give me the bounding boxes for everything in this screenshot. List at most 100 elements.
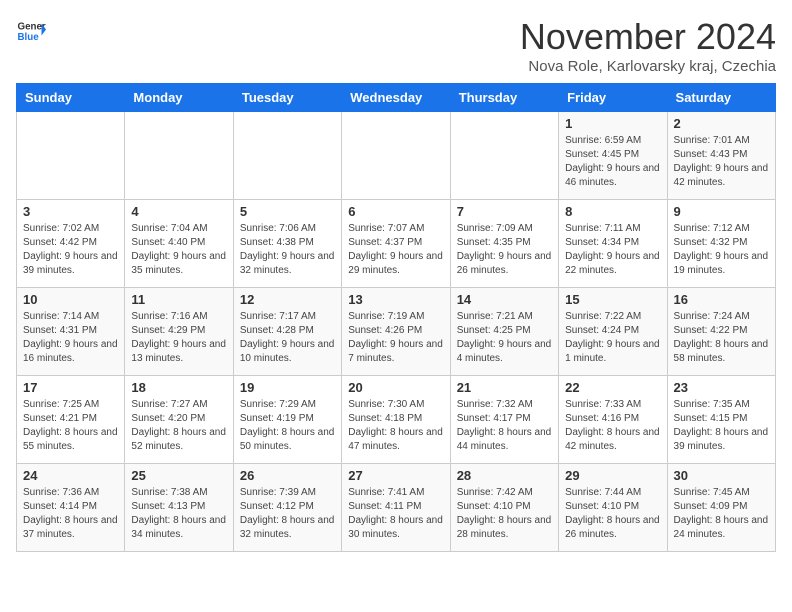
day-number: 18 bbox=[131, 380, 226, 395]
calendar-week-3: 10Sunrise: 7:14 AMSunset: 4:31 PMDayligh… bbox=[17, 288, 776, 376]
calendar-cell bbox=[125, 112, 233, 200]
calendar-cell: 7Sunrise: 7:09 AMSunset: 4:35 PMDaylight… bbox=[450, 200, 558, 288]
calendar-cell: 25Sunrise: 7:38 AMSunset: 4:13 PMDayligh… bbox=[125, 464, 233, 552]
logo-icon: General Blue bbox=[16, 16, 46, 46]
day-info: Sunrise: 7:01 AM bbox=[674, 134, 769, 148]
day-info: Sunrise: 7:24 AM bbox=[674, 310, 769, 324]
day-number: 7 bbox=[457, 204, 552, 219]
calendar-cell: 4Sunrise: 7:04 AMSunset: 4:40 PMDaylight… bbox=[125, 200, 233, 288]
day-info: Sunset: 4:10 PM bbox=[565, 500, 660, 514]
calendar-cell: 17Sunrise: 7:25 AMSunset: 4:21 PMDayligh… bbox=[17, 376, 125, 464]
day-info: Sunset: 4:37 PM bbox=[348, 236, 443, 250]
header-sunday: Sunday bbox=[17, 84, 125, 112]
day-info: Sunrise: 7:04 AM bbox=[131, 222, 226, 236]
day-info: Sunset: 4:26 PM bbox=[348, 324, 443, 338]
day-info: Sunrise: 7:45 AM bbox=[674, 486, 769, 500]
page-header: General Blue November 2024 Nova Role, Ka… bbox=[16, 16, 776, 75]
day-info: Daylight: 9 hours and 10 minutes. bbox=[240, 338, 335, 366]
day-info: Daylight: 9 hours and 4 minutes. bbox=[457, 338, 552, 366]
day-info: Daylight: 8 hours and 52 minutes. bbox=[131, 426, 226, 454]
day-info: Daylight: 9 hours and 32 minutes. bbox=[240, 250, 335, 278]
day-info: Sunset: 4:34 PM bbox=[565, 236, 660, 250]
day-info: Sunrise: 7:17 AM bbox=[240, 310, 335, 324]
day-number: 12 bbox=[240, 292, 335, 307]
header-saturday: Saturday bbox=[667, 84, 775, 112]
calendar-cell bbox=[342, 112, 450, 200]
day-info: Sunset: 4:38 PM bbox=[240, 236, 335, 250]
day-info: Sunset: 4:14 PM bbox=[23, 500, 118, 514]
day-info: Sunset: 4:40 PM bbox=[131, 236, 226, 250]
header-thursday: Thursday bbox=[450, 84, 558, 112]
logo: General Blue bbox=[16, 16, 46, 46]
day-info: Sunrise: 7:44 AM bbox=[565, 486, 660, 500]
day-info: Daylight: 9 hours and 22 minutes. bbox=[565, 250, 660, 278]
day-number: 20 bbox=[348, 380, 443, 395]
day-info: Daylight: 8 hours and 37 minutes. bbox=[23, 514, 118, 542]
day-number: 30 bbox=[674, 468, 769, 483]
header-friday: Friday bbox=[559, 84, 667, 112]
day-info: Daylight: 8 hours and 24 minutes. bbox=[674, 514, 769, 542]
day-info: Daylight: 9 hours and 35 minutes. bbox=[131, 250, 226, 278]
calendar-cell: 8Sunrise: 7:11 AMSunset: 4:34 PMDaylight… bbox=[559, 200, 667, 288]
day-info: Daylight: 8 hours and 42 minutes. bbox=[565, 426, 660, 454]
day-info: Sunset: 4:28 PM bbox=[240, 324, 335, 338]
calendar-cell: 14Sunrise: 7:21 AMSunset: 4:25 PMDayligh… bbox=[450, 288, 558, 376]
day-number: 10 bbox=[23, 292, 118, 307]
day-info: Sunset: 4:10 PM bbox=[457, 500, 552, 514]
day-number: 6 bbox=[348, 204, 443, 219]
calendar-cell: 28Sunrise: 7:42 AMSunset: 4:10 PMDayligh… bbox=[450, 464, 558, 552]
day-info: Sunset: 4:13 PM bbox=[131, 500, 226, 514]
day-info: Sunrise: 7:27 AM bbox=[131, 398, 226, 412]
title-section: November 2024 Nova Role, Karlovarsky kra… bbox=[520, 16, 776, 75]
calendar-cell: 15Sunrise: 7:22 AMSunset: 4:24 PMDayligh… bbox=[559, 288, 667, 376]
calendar-cell: 24Sunrise: 7:36 AMSunset: 4:14 PMDayligh… bbox=[17, 464, 125, 552]
day-number: 16 bbox=[674, 292, 769, 307]
svg-text:Blue: Blue bbox=[18, 32, 40, 43]
day-number: 24 bbox=[23, 468, 118, 483]
header-tuesday: Tuesday bbox=[233, 84, 341, 112]
day-info: Sunset: 4:43 PM bbox=[674, 148, 769, 162]
day-info: Sunset: 4:21 PM bbox=[23, 412, 118, 426]
day-info: Sunrise: 7:16 AM bbox=[131, 310, 226, 324]
day-info: Sunrise: 7:14 AM bbox=[23, 310, 118, 324]
day-info: Sunset: 4:20 PM bbox=[131, 412, 226, 426]
day-number: 26 bbox=[240, 468, 335, 483]
day-info: Sunrise: 7:41 AM bbox=[348, 486, 443, 500]
subtitle: Nova Role, Karlovarsky kraj, Czechia bbox=[520, 58, 776, 75]
day-info: Sunrise: 7:29 AM bbox=[240, 398, 335, 412]
day-info: Sunrise: 7:35 AM bbox=[674, 398, 769, 412]
day-info: Sunset: 4:12 PM bbox=[240, 500, 335, 514]
day-info: Daylight: 9 hours and 46 minutes. bbox=[565, 162, 660, 190]
day-info: Daylight: 8 hours and 32 minutes. bbox=[240, 514, 335, 542]
calendar-header-row: SundayMondayTuesdayWednesdayThursdayFrid… bbox=[17, 84, 776, 112]
day-number: 22 bbox=[565, 380, 660, 395]
calendar-cell: 16Sunrise: 7:24 AMSunset: 4:22 PMDayligh… bbox=[667, 288, 775, 376]
day-info: Daylight: 9 hours and 16 minutes. bbox=[23, 338, 118, 366]
day-info: Sunset: 4:29 PM bbox=[131, 324, 226, 338]
calendar-cell: 26Sunrise: 7:39 AMSunset: 4:12 PMDayligh… bbox=[233, 464, 341, 552]
calendar-cell bbox=[17, 112, 125, 200]
calendar-cell: 1Sunrise: 6:59 AMSunset: 4:45 PMDaylight… bbox=[559, 112, 667, 200]
day-info: Sunrise: 7:12 AM bbox=[674, 222, 769, 236]
day-info: Sunrise: 7:19 AM bbox=[348, 310, 443, 324]
day-info: Daylight: 9 hours and 42 minutes. bbox=[674, 162, 769, 190]
day-info: Daylight: 9 hours and 13 minutes. bbox=[131, 338, 226, 366]
day-info: Sunset: 4:18 PM bbox=[348, 412, 443, 426]
day-info: Daylight: 8 hours and 39 minutes. bbox=[674, 426, 769, 454]
day-info: Sunrise: 7:42 AM bbox=[457, 486, 552, 500]
calendar-table: SundayMondayTuesdayWednesdayThursdayFrid… bbox=[16, 83, 776, 552]
calendar-week-2: 3Sunrise: 7:02 AMSunset: 4:42 PMDaylight… bbox=[17, 200, 776, 288]
day-number: 13 bbox=[348, 292, 443, 307]
day-info: Sunset: 4:32 PM bbox=[674, 236, 769, 250]
day-info: Daylight: 8 hours and 28 minutes. bbox=[457, 514, 552, 542]
day-number: 5 bbox=[240, 204, 335, 219]
day-info: Daylight: 8 hours and 34 minutes. bbox=[131, 514, 226, 542]
day-info: Daylight: 9 hours and 26 minutes. bbox=[457, 250, 552, 278]
calendar-cell: 23Sunrise: 7:35 AMSunset: 4:15 PMDayligh… bbox=[667, 376, 775, 464]
day-number: 8 bbox=[565, 204, 660, 219]
calendar-week-4: 17Sunrise: 7:25 AMSunset: 4:21 PMDayligh… bbox=[17, 376, 776, 464]
month-title: November 2024 bbox=[520, 16, 776, 58]
day-info: Sunrise: 7:32 AM bbox=[457, 398, 552, 412]
header-wednesday: Wednesday bbox=[342, 84, 450, 112]
day-info: Sunset: 4:17 PM bbox=[457, 412, 552, 426]
